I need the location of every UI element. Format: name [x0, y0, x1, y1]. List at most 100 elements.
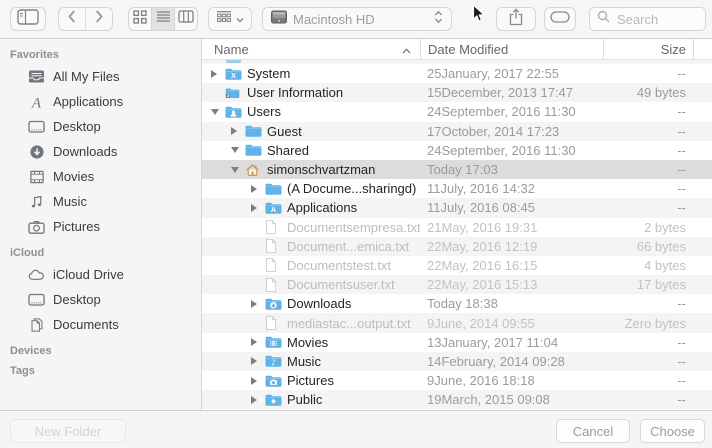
sidebar-section-favorites: Favorites All My FilesAApplications Deskto… [0, 49, 201, 239]
disclosure-triangle-right-icon[interactable] [251, 377, 265, 385]
sidebar-item-documents[interactable]: Documents [0, 312, 201, 337]
search-input[interactable] [615, 11, 699, 28]
file-name: System [247, 66, 290, 81]
file-size: -- [603, 296, 693, 311]
file-row-mediastac-output-txt[interactable]: mediastac...output.txt9June, 2014 09:55Z… [202, 313, 712, 332]
sidebar-section-devices: Devices [0, 345, 201, 357]
share-button[interactable] [496, 7, 536, 31]
file-name: Document...emica.txt [287, 239, 409, 254]
tag-icon [550, 10, 570, 28]
file-row-system[interactable]: XSystem25January, 2017 22:55-- [202, 64, 712, 83]
forward-button[interactable] [85, 8, 112, 30]
sidebar-item-label: Desktop [53, 119, 101, 134]
file-date-modified: 13January, 2017 11:04 [420, 335, 603, 350]
file-date-modified: 25January, 2017 22:55 [420, 66, 603, 81]
disclosure-triangle-right-icon[interactable] [251, 357, 265, 365]
sidebar-item-music[interactable]: Music [0, 189, 201, 214]
sort-ascending-icon [402, 42, 411, 57]
file-row-public[interactable]: Public19March, 2015 09:08-- [202, 390, 712, 409]
file-size: Zero bytes [603, 316, 693, 331]
downloads-icon [27, 143, 46, 160]
file-size: 4 bytes [603, 258, 693, 273]
document-icon [265, 277, 283, 292]
file-name: Public [287, 392, 322, 407]
sidebar-item-desktop[interactable]: Desktop [0, 114, 201, 139]
file-row-downloads[interactable]: DownloadsToday 18:38-- [202, 294, 712, 313]
file-size: -- [603, 181, 693, 196]
back-button[interactable] [59, 8, 85, 30]
file-date-modified: 11July, 2016 08:45 [420, 200, 603, 215]
arrange-button[interactable] [208, 7, 252, 31]
file-size: -- [603, 104, 693, 119]
applications-icon: A [27, 93, 46, 110]
sidebar-item-icloud-drive[interactable]: iCloud Drive [0, 262, 201, 287]
sidebar-item-desktop[interactable]: Desktop [0, 287, 201, 312]
column-header-size[interactable]: Size [603, 39, 693, 59]
file-date-modified: 24September, 2016 11:30 [420, 143, 603, 158]
folder-system-icon: X [225, 66, 243, 81]
file-name: Shared [267, 143, 309, 158]
hard-disk-icon [271, 10, 287, 29]
column-header-extra[interactable] [693, 39, 712, 59]
file-row-document-emica-txt[interactable]: Document...emica.txt22May, 2016 12:1966 … [202, 237, 712, 256]
sidebar-section-label: Favorites [10, 49, 201, 61]
file-row-documentstest-txt[interactable]: Documentstest.txt22May, 2016 16:154 byte… [202, 256, 712, 275]
list-view-button[interactable] [151, 8, 174, 30]
disclosure-triangle-right-icon[interactable] [231, 127, 245, 135]
column-view-button[interactable] [174, 8, 197, 30]
disclosure-triangle-right-icon[interactable] [251, 338, 265, 346]
sidebar-item-pictures[interactable]: Pictures [0, 214, 201, 239]
sidebar-item-movies[interactable]: Movies [0, 164, 201, 189]
location-dropdown[interactable]: Macintosh HD [262, 7, 452, 31]
file-row-guest[interactable]: Guest17October, 2014 17:23-- [202, 122, 712, 141]
disclosure-triangle-right-icon[interactable] [211, 70, 225, 78]
file-row-shared[interactable]: Shared24September, 2016 11:30-- [202, 141, 712, 160]
disclosure-triangle-right-icon[interactable] [251, 204, 265, 212]
file-date-modified: Today 18:38 [420, 296, 603, 311]
file-row-pictures[interactable]: Pictures9June, 2016 18:18-- [202, 371, 712, 390]
column-header-name[interactable]: Name [202, 39, 420, 59]
disclosure-triangle-right-icon[interactable] [251, 300, 265, 308]
file-row-user-information[interactable]: User Information15December, 2013 17:4749… [202, 83, 712, 102]
file-date-modified: Today 17:03 [420, 162, 603, 177]
disclosure-triangle-right-icon[interactable] [251, 396, 265, 404]
file-row-documentsempresa-txt[interactable]: Documentsempresa.txt21May, 2016 19:312 b… [202, 218, 712, 237]
sidebar-item-label: Movies [53, 169, 94, 184]
dialog-footer: New Folder Cancel Choose [0, 410, 712, 448]
disclosure-triangle-down-icon[interactable] [211, 109, 225, 115]
sidebar-section-tags: Tags [0, 365, 201, 377]
sidebar-section-icloud: iCloud iCloud DriveDesktopDocuments [0, 247, 201, 337]
tags-button[interactable] [544, 7, 576, 31]
sidebar-item-applications[interactable]: AApplications [0, 89, 201, 114]
search-field[interactable] [589, 7, 706, 31]
disclosure-triangle-down-icon[interactable] [231, 167, 245, 173]
file-list: X System 25January, 2017 22:55 -- User Infor… [202, 60, 712, 409]
file-row-a-docume-sharingd[interactable]: (A Docume...sharingd)11July, 2016 14:32-… [202, 179, 712, 198]
file-row-movies[interactable]: Movies13January, 2017 11:04-- [202, 333, 712, 352]
sidebar-item-downloads[interactable]: Downloads [0, 139, 201, 164]
choose-button[interactable]: Choose [640, 419, 705, 443]
file-row-music[interactable]: ♪Music14February, 2014 09:28-- [202, 352, 712, 371]
file-name: Users [247, 104, 281, 119]
sidebar-toggle-button[interactable] [10, 7, 46, 31]
file-row-users[interactable]: Users24September, 2016 11:30-- [202, 102, 712, 121]
desktop-icon [27, 118, 46, 135]
sidebar-item-all-my-files[interactable]: All My Files [0, 64, 201, 89]
file-row-applications[interactable]: AApplications11July, 2016 08:45-- [202, 198, 712, 217]
new-folder-button[interactable]: New Folder [10, 419, 126, 443]
chevron-down-icon [236, 10, 244, 28]
cancel-button[interactable]: Cancel [556, 419, 630, 443]
file-date-modified: 21May, 2016 19:31 [420, 220, 603, 235]
icon-view-button[interactable] [129, 8, 151, 30]
file-date-modified: 22May, 2016 15:13 [420, 277, 603, 292]
column-header-date-modified[interactable]: Date Modified [420, 39, 603, 59]
file-size: -- [603, 373, 693, 388]
disclosure-triangle-right-icon[interactable] [251, 185, 265, 193]
file-name: Movies [287, 335, 328, 350]
file-row-simonschvartzman[interactable]: simonschvartzmanToday 17:03-- [202, 160, 712, 179]
sidebar-section-label: iCloud [10, 247, 201, 259]
sidebar: Favorites All My FilesAApplications Deskto… [0, 39, 202, 410]
file-row-documentsuser-txt[interactable]: Documentsuser.txt22May, 2016 15:1317 byt… [202, 275, 712, 294]
disclosure-triangle-down-icon[interactable] [231, 147, 245, 153]
file-name: Music [287, 354, 321, 369]
